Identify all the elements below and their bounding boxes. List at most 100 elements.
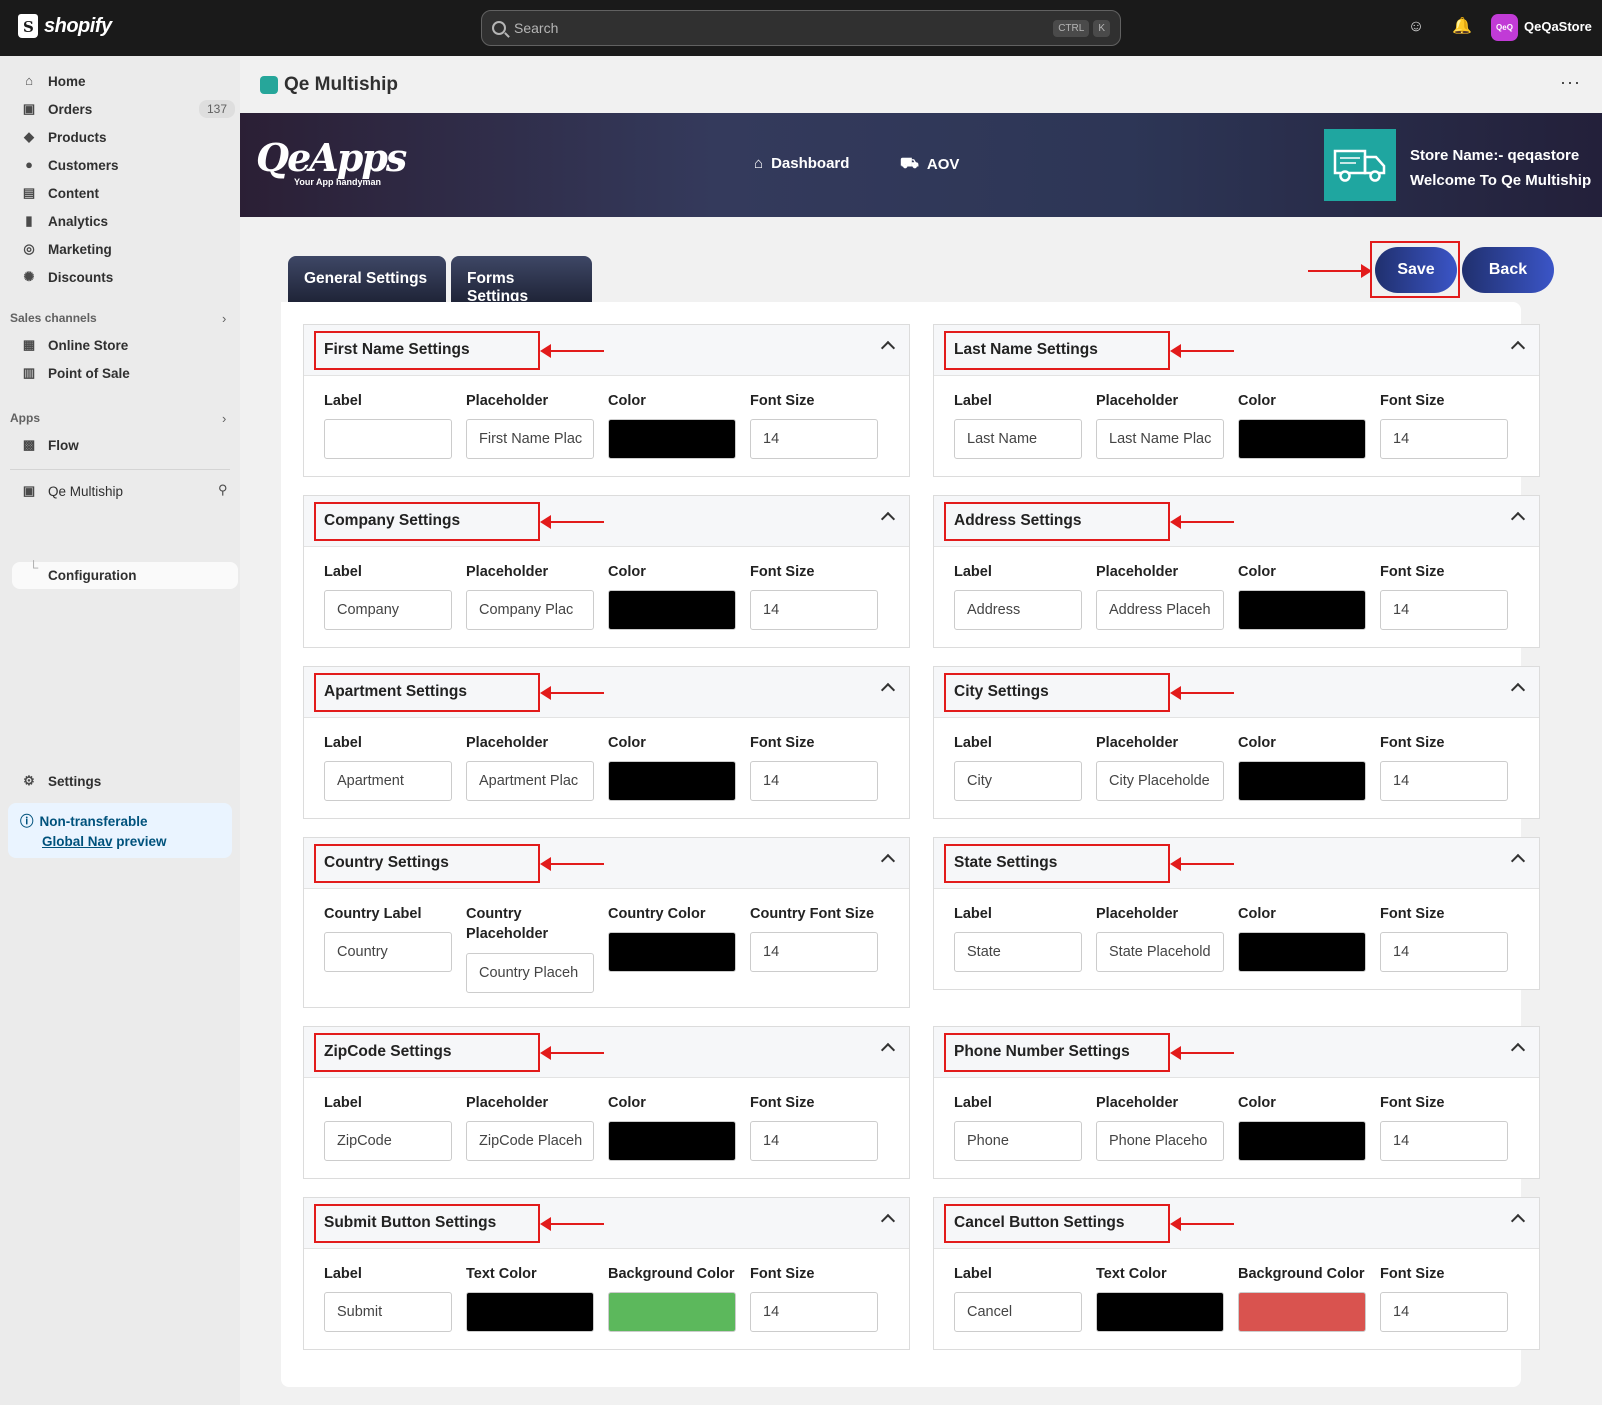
label-input[interactable]: State bbox=[954, 932, 1082, 972]
chevron-up-icon[interactable] bbox=[1510, 340, 1526, 356]
field-label: Country Color bbox=[608, 906, 706, 922]
label-input[interactable]: Address bbox=[954, 590, 1082, 630]
label-input[interactable]: Submit bbox=[324, 1292, 452, 1332]
font-size-input[interactable]: 14 bbox=[750, 932, 878, 972]
field-label: Label bbox=[324, 393, 362, 409]
placeholder-input[interactable]: Country Placeh bbox=[466, 953, 594, 993]
sidebar-item-marketing[interactable]: ◎ Marketing bbox=[22, 236, 111, 262]
color-picker[interactable] bbox=[1096, 1292, 1224, 1332]
color-picker[interactable] bbox=[608, 590, 736, 630]
sidebar-item-orders[interactable]: ▣ Orders bbox=[22, 96, 92, 122]
label-input[interactable]: Apartment bbox=[324, 761, 452, 801]
color-picker[interactable] bbox=[1238, 590, 1366, 630]
color-picker[interactable] bbox=[1238, 1292, 1366, 1332]
color-picker[interactable] bbox=[608, 1292, 736, 1332]
placeholder-input[interactable]: Apartment Plac bbox=[466, 761, 594, 801]
global-nav-link[interactable]: Global Nav bbox=[42, 834, 113, 849]
sidebar-item-settings[interactable]: ⚙ Settings bbox=[22, 768, 101, 794]
label-input[interactable]: Company bbox=[324, 590, 452, 630]
sales-channels-heading[interactable]: Sales channels bbox=[10, 311, 97, 325]
sidebar-item-customers[interactable]: ● Customers bbox=[22, 152, 118, 178]
font-size-input[interactable]: 14 bbox=[1380, 419, 1508, 459]
pin-icon[interactable]: ⚲ bbox=[218, 482, 228, 498]
search-input[interactable]: Search CTRL K bbox=[481, 10, 1121, 46]
sidekick-icon[interactable]: ☺ bbox=[1407, 18, 1425, 36]
chevron-up-icon[interactable] bbox=[1510, 682, 1526, 698]
field-label: Font Size bbox=[1380, 393, 1445, 409]
color-picker[interactable] bbox=[1238, 932, 1366, 972]
color-picker[interactable] bbox=[608, 932, 736, 972]
shopify-logo[interactable]: shopify bbox=[18, 14, 112, 38]
placeholder-input[interactable]: Address Placeh bbox=[1096, 590, 1224, 630]
chevron-up-icon[interactable] bbox=[880, 511, 896, 527]
chevron-up-icon[interactable] bbox=[1510, 853, 1526, 869]
back-button[interactable]: Back bbox=[1462, 247, 1554, 293]
color-picker[interactable] bbox=[608, 761, 736, 801]
label-input[interactable]: Last Name bbox=[954, 419, 1082, 459]
font-size-input[interactable]: 14 bbox=[750, 761, 878, 801]
sidebar-item-online-store[interactable]: ▦ Online Store bbox=[22, 332, 128, 358]
placeholder-input[interactable]: First Name Plac bbox=[466, 419, 594, 459]
color-picker[interactable] bbox=[1238, 761, 1366, 801]
sidebar-item-analytics[interactable]: ▮ Analytics bbox=[22, 208, 108, 234]
label-input[interactable] bbox=[324, 419, 452, 459]
label-input[interactable]: ZipCode bbox=[324, 1121, 452, 1161]
nav-aov[interactable]: ⛟ AOV bbox=[900, 155, 959, 174]
font-size-input[interactable]: 14 bbox=[750, 419, 878, 459]
color-picker[interactable] bbox=[608, 419, 736, 459]
chevron-up-icon[interactable] bbox=[1510, 1042, 1526, 1058]
color-picker[interactable] bbox=[1238, 1121, 1366, 1161]
sidebar-item-configuration[interactable]: └ Configuration bbox=[12, 560, 238, 589]
tab-forms-settings[interactable]: Forms Settings bbox=[451, 256, 592, 305]
sidebar-item-content[interactable]: ▤ Content bbox=[22, 180, 99, 206]
chevron-right-icon[interactable]: › bbox=[222, 311, 226, 326]
placeholder-input[interactable]: Last Name Plac bbox=[1096, 419, 1224, 459]
chevron-up-icon[interactable] bbox=[880, 1042, 896, 1058]
font-size-input[interactable]: 14 bbox=[1380, 1121, 1508, 1161]
chevron-up-icon[interactable] bbox=[1510, 1213, 1526, 1229]
apps-heading[interactable]: Apps bbox=[10, 411, 40, 425]
color-picker[interactable] bbox=[466, 1292, 594, 1332]
placeholder-input[interactable]: ZipCode Placeh bbox=[466, 1121, 594, 1161]
nav-dashboard[interactable]: ⌂ Dashboard bbox=[754, 155, 849, 172]
placeholder-input[interactable]: City Placeholde bbox=[1096, 761, 1224, 801]
store-name[interactable]: QeQaStore bbox=[1524, 19, 1592, 34]
store-avatar[interactable]: QeQ bbox=[1491, 14, 1518, 41]
label-input[interactable]: City bbox=[954, 761, 1082, 801]
more-actions-icon[interactable]: ··· bbox=[1560, 72, 1581, 93]
color-picker[interactable] bbox=[608, 1121, 736, 1161]
chevron-up-icon[interactable] bbox=[880, 340, 896, 356]
title-highlight-box bbox=[944, 502, 1170, 541]
field-label: Label bbox=[954, 906, 992, 922]
chevron-right-icon[interactable]: › bbox=[222, 411, 226, 426]
tab-general-settings[interactable]: General Settings bbox=[288, 256, 446, 302]
sidebar-item-home[interactable]: ⌂ Home bbox=[22, 68, 85, 94]
label-input[interactable]: Cancel bbox=[954, 1292, 1082, 1332]
chevron-up-icon[interactable] bbox=[880, 853, 896, 869]
label-input[interactable]: Country bbox=[324, 932, 452, 972]
sidebar-item-discounts[interactable]: ✺ Discounts bbox=[22, 264, 114, 290]
placeholder-input[interactable]: State Placehold bbox=[1096, 932, 1224, 972]
sidebar-item-flow[interactable]: ▩ Flow bbox=[22, 432, 79, 458]
color-picker[interactable] bbox=[1238, 419, 1366, 459]
font-size-input[interactable]: 14 bbox=[1380, 1292, 1508, 1332]
title-highlight-box bbox=[314, 844, 540, 883]
placeholder-input[interactable]: Phone Placeho bbox=[1096, 1121, 1224, 1161]
label-input[interactable]: Phone bbox=[954, 1121, 1082, 1161]
title-annotation-arrow bbox=[540, 857, 604, 871]
sidebar-item-products[interactable]: ◆ Products bbox=[22, 124, 107, 150]
font-size-input[interactable]: 14 bbox=[1380, 761, 1508, 801]
bell-icon[interactable]: 🔔 bbox=[1452, 18, 1472, 36]
font-size-input[interactable]: 14 bbox=[750, 1292, 878, 1332]
chevron-up-icon[interactable] bbox=[880, 1213, 896, 1229]
chevron-up-icon[interactable] bbox=[1510, 511, 1526, 527]
font-size-input[interactable]: 14 bbox=[1380, 590, 1508, 630]
font-size-input[interactable]: 14 bbox=[1380, 932, 1508, 972]
placeholder-input[interactable]: Company Plac bbox=[466, 590, 594, 630]
font-size-input[interactable]: 14 bbox=[750, 1121, 878, 1161]
sidebar-item-qe-multiship[interactable]: ▣ Qe Multiship bbox=[22, 478, 123, 504]
store-info: Store Name:- qeqastore Welcome To Qe Mul… bbox=[1410, 147, 1592, 189]
sidebar-item-point-of-sale[interactable]: ▥ Point of Sale bbox=[22, 360, 130, 386]
font-size-input[interactable]: 14 bbox=[750, 590, 878, 630]
chevron-up-icon[interactable] bbox=[880, 682, 896, 698]
